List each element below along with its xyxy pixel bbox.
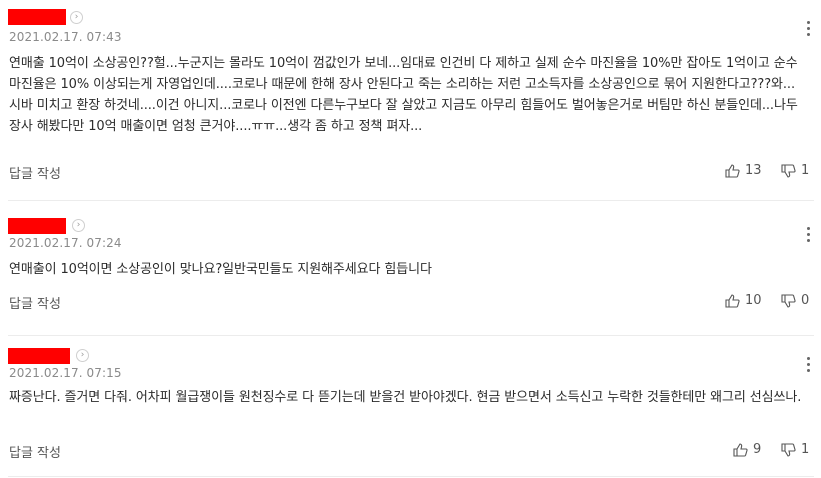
thumbs-down-icon <box>781 163 796 178</box>
like-count: 13 <box>745 163 762 178</box>
comment-item: › 2021.02.17. 07:24 연매출이 10억이면 소상공인이 맞나요… <box>0 200 821 335</box>
dislike-count: 1 <box>801 163 810 178</box>
thumbs-up-icon <box>725 163 740 178</box>
reply-button[interactable]: 답글 작성 <box>9 293 61 312</box>
dislike-button[interactable]: 0 <box>781 293 809 308</box>
comment-text: 연매출 10억이 소상공인??헐...누군지는 몰라도 10억이 껌값인가 보네… <box>9 56 798 134</box>
like-button[interactable]: 13 <box>725 163 762 178</box>
thumbs-down-icon <box>781 442 796 457</box>
chevron-right-icon[interactable]: › <box>70 11 83 24</box>
comment-date: 2021.02.17. 07:43 <box>9 30 122 44</box>
like-count: 9 <box>753 442 762 457</box>
like-count: 10 <box>745 293 762 308</box>
comment-item: › 2021.02.17. 07:15 짜증난다. 즐거면 다줘. 어차피 월급… <box>0 335 821 478</box>
author-name-redacted[interactable] <box>8 218 66 234</box>
like-button[interactable]: 10 <box>725 293 762 308</box>
reply-button[interactable]: 답글 작성 <box>9 163 61 182</box>
comment-text: 연매출이 10억이면 소상공인이 맞나요?일반국민들도 지원해주세요다 힘듭니다 <box>9 262 432 277</box>
more-vertical-icon[interactable] <box>806 21 810 36</box>
dislike-button[interactable]: 1 <box>781 163 809 178</box>
reply-button[interactable]: 답글 작성 <box>9 442 61 461</box>
dislike-count: 0 <box>801 293 810 308</box>
dislike-button[interactable]: 1 <box>781 442 809 457</box>
chevron-right-icon[interactable]: › <box>76 349 89 362</box>
thumbs-up-icon <box>733 442 748 457</box>
author-name-redacted[interactable] <box>8 9 66 25</box>
thumbs-down-icon <box>781 293 796 308</box>
chevron-right-icon[interactable]: › <box>72 219 85 232</box>
author-name-redacted[interactable] <box>8 348 70 364</box>
more-vertical-icon[interactable] <box>806 227 810 242</box>
comment-text: 짜증난다. 즐거면 다줘. 어차피 월급쟁이들 원천징수로 다 뜯기는데 받을건… <box>9 390 802 405</box>
comment-item: › 2021.02.17. 07:43 연매출 10억이 소상공인??헐...누… <box>0 0 821 200</box>
comment-date: 2021.02.17. 07:15 <box>9 366 122 380</box>
more-vertical-icon[interactable] <box>806 357 810 372</box>
divider <box>8 476 814 477</box>
dislike-count: 1 <box>801 442 810 457</box>
like-button[interactable]: 9 <box>733 442 761 457</box>
thumbs-up-icon <box>725 293 740 308</box>
comment-date: 2021.02.17. 07:24 <box>9 236 122 250</box>
